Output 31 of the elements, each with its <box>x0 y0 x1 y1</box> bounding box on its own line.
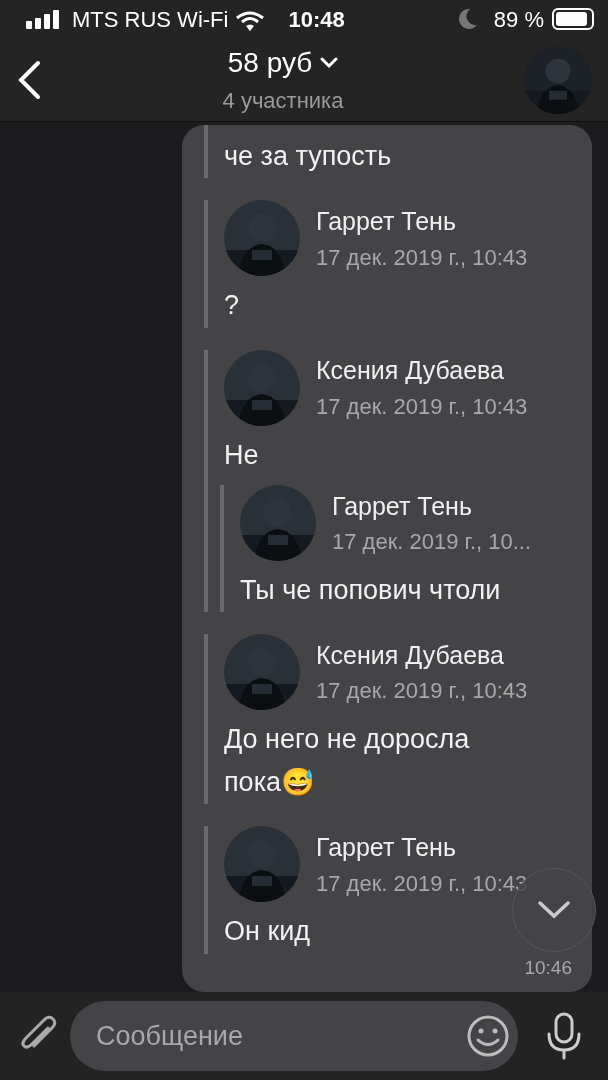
message-text: До него не доросла пока😅 <box>224 722 471 800</box>
member-count: 4 участника <box>222 87 344 115</box>
chevron-down-icon <box>537 900 571 920</box>
microphone-icon[interactable] <box>546 1012 582 1060</box>
author-name[interactable]: Гаррет Тень <box>332 487 532 525</box>
author-name[interactable]: Ксения Дубаева <box>316 636 528 675</box>
status-time: 10:48 <box>288 5 345 34</box>
author-name[interactable]: Гаррет Тень <box>316 829 528 867</box>
author-name[interactable]: Гаррет Тень <box>316 203 528 241</box>
battery-icon <box>552 8 594 30</box>
author-name[interactable]: Ксения Дубаева <box>316 352 528 390</box>
message-time: 10:46 <box>523 955 572 980</box>
chat-title[interactable]: 58 руб <box>227 42 313 84</box>
message-text: че за тупость <box>224 140 393 174</box>
message-date: 17 дек. 2019 г., 10:43 <box>316 869 528 898</box>
moon-icon <box>457 8 478 30</box>
message-field[interactable]: Сообщение <box>70 1001 518 1071</box>
message-text: Он кид <box>224 915 312 949</box>
battery-percent: 89 % <box>493 5 544 34</box>
message-date: 17 дек. 2019 г., 10... <box>332 528 532 556</box>
message-date: 17 дек. 2019 г., 10:43 <box>316 677 528 706</box>
message-date: 17 дек. 2019 г., 10:43 <box>316 392 528 421</box>
message-text: ? <box>224 289 241 323</box>
wifi-icon <box>236 10 265 31</box>
message-text: Ты че попович чтоли <box>240 573 502 607</box>
emoji-icon[interactable] <box>466 1014 510 1058</box>
carrier-name: MTS RUS Wi-Fi <box>72 5 229 34</box>
chevron-down-icon[interactable] <box>320 57 339 69</box>
back-icon[interactable] <box>16 59 42 100</box>
message-text: Не <box>224 438 260 472</box>
message-date: 17 дек. 2019 г., 10:43 <box>316 243 528 272</box>
